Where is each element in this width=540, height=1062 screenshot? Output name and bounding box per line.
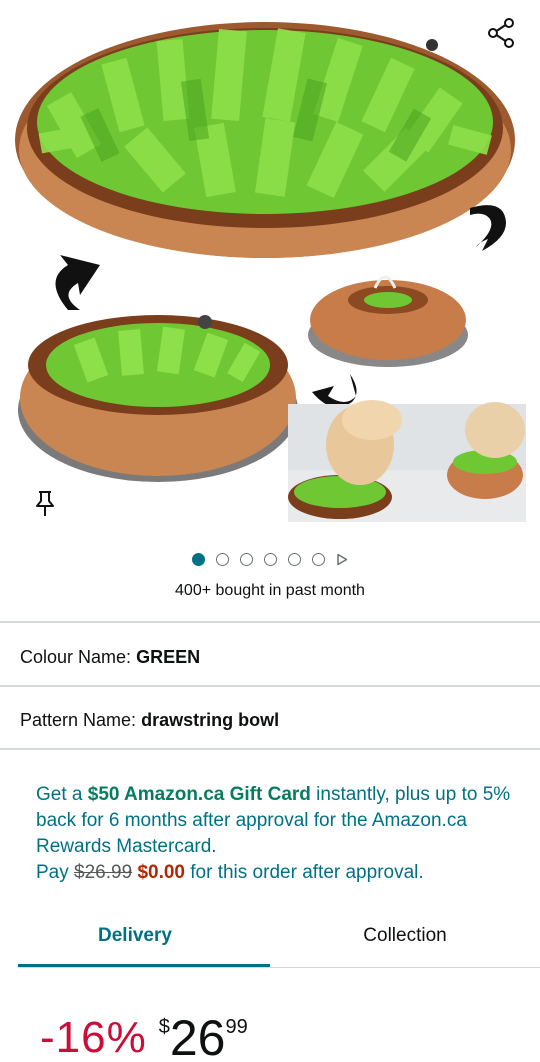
carousel-dot-4[interactable] xyxy=(264,553,277,566)
promo-text: Get a xyxy=(36,784,88,805)
promo-gift-card: $50 Amazon.ca Gift Card xyxy=(87,784,311,805)
product-image xyxy=(15,22,526,522)
colour-name-label: Colour Name: xyxy=(20,647,132,667)
pattern-name-value: drawstring bowl xyxy=(141,710,280,730)
price-whole: 26 xyxy=(169,1010,226,1062)
price: $ 26 99 xyxy=(159,1008,248,1062)
price-currency: $ xyxy=(158,1016,170,1038)
share-icon xyxy=(488,18,514,48)
carousel-dot-3[interactable] xyxy=(240,553,253,566)
active-tab-indicator xyxy=(18,964,270,967)
colour-name-row[interactable]: Colour Name: GREEN xyxy=(20,647,200,668)
tab-collection[interactable]: Collection xyxy=(270,915,540,967)
promo-pay-text: Pay xyxy=(36,862,75,883)
promo-text: for this order after approval. xyxy=(184,862,424,883)
carousel-dot-5[interactable] xyxy=(288,553,301,566)
divider xyxy=(0,685,540,687)
bought-count: 400+ bought in past month xyxy=(175,582,365,599)
carousel-indicator[interactable] xyxy=(0,553,540,566)
divider xyxy=(0,621,540,623)
carousel-dot-2[interactable] xyxy=(216,553,229,566)
play-icon[interactable] xyxy=(336,553,348,566)
share-button[interactable] xyxy=(484,16,518,50)
pattern-name-row[interactable]: Pattern Name: drawstring bowl xyxy=(20,710,279,731)
fulfilment-tabs: Delivery Collection xyxy=(0,915,540,967)
price-block: -16% $ 26 99 xyxy=(40,1008,248,1062)
pattern-name-label: Pattern Name: xyxy=(20,710,137,730)
carousel-dot-6[interactable] xyxy=(312,553,325,566)
tab-delivery[interactable]: Delivery xyxy=(0,915,270,967)
credit-card-promo[interactable]: Get a $50 Amazon.ca Gift Card instantly,… xyxy=(36,782,516,886)
promo-new-price: $0.00 xyxy=(137,862,185,883)
carousel-dot-1[interactable] xyxy=(192,553,205,566)
price-fraction: 99 xyxy=(225,1016,248,1038)
product-image-gallery[interactable] xyxy=(0,0,540,545)
divider xyxy=(0,748,540,750)
colour-name-value: GREEN xyxy=(136,647,201,667)
discount-percentage: -16% xyxy=(40,1013,147,1062)
pin-button[interactable] xyxy=(34,490,58,520)
pin-icon xyxy=(36,491,54,516)
promo-old-price: $26.99 xyxy=(74,862,133,883)
tabs-divider xyxy=(18,967,540,968)
